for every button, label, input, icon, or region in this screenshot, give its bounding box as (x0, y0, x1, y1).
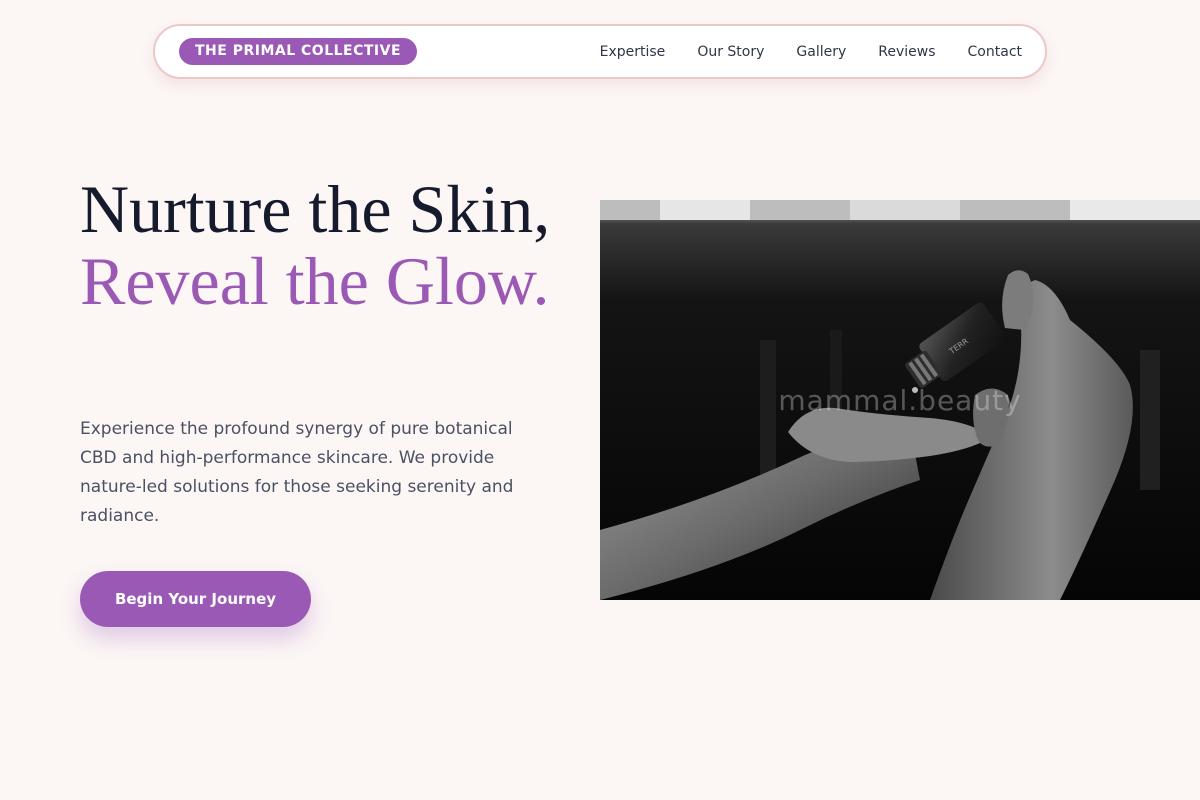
top-navigation-bar: THE PRIMAL COLLECTIVE Expertise Our Stor… (153, 24, 1047, 79)
hero-description: Experience the profound synergy of pure … (80, 419, 514, 526)
headline-accent: Reveal the Glow. (80, 243, 550, 319)
nav-link-gallery[interactable]: Gallery (796, 44, 846, 60)
nav-link-reviews[interactable]: Reviews (878, 44, 935, 60)
hero-headline: Nurture the Skin, Reveal the Glow. (80, 173, 580, 317)
nav-link-our-story[interactable]: Our Story (697, 44, 764, 60)
headline-primary: Nurture the Skin, (80, 171, 551, 247)
hero-image: TERR mammal.beauty (600, 200, 1200, 600)
begin-journey-button[interactable]: Begin Your Journey (80, 571, 311, 627)
nav-link-expertise[interactable]: Expertise (600, 44, 666, 60)
nav-links: Expertise Our Story Gallery Reviews Cont… (600, 26, 1022, 77)
brand-logo[interactable]: THE PRIMAL COLLECTIVE (179, 38, 418, 65)
watermark-text: mammal.beauty (778, 384, 1022, 417)
nav-link-contact[interactable]: Contact (968, 44, 1022, 60)
